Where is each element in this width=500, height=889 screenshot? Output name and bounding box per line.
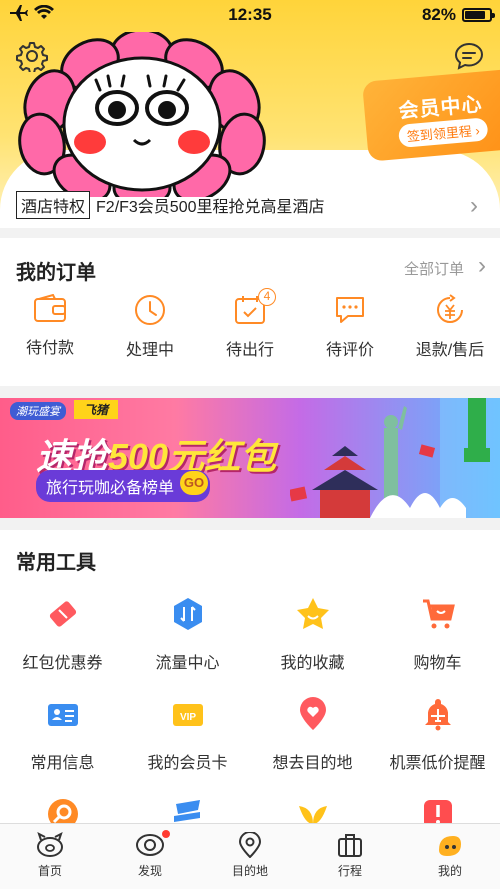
order-label: 处理中 <box>125 342 174 359</box>
tab-itinerary[interactable]: 行程 <box>300 824 400 889</box>
member-center-card[interactable]: 会员中心 签到领里程 › <box>362 68 500 162</box>
order-label: 待出行 <box>225 342 274 359</box>
orders-title: 我的订单 <box>16 262 96 284</box>
clock-icon <box>135 295 165 325</box>
id-card-icon <box>47 704 78 726</box>
banner-tag: 潮玩盛宴 <box>10 402 66 420</box>
tool-label: 我的会员卡 <box>147 755 228 772</box>
location-pin-icon <box>238 832 262 858</box>
notification-dot <box>162 830 170 838</box>
hotel-privilege-row[interactable]: 酒店特权 F2/F3会员500里程抢兑高星酒店 <box>16 191 486 219</box>
banner-go-button[interactable]: GO <box>180 471 208 495</box>
svg-text:VIP: VIP <box>179 712 195 723</box>
travel-landmarks-illustration <box>290 398 500 518</box>
profile-header: 12:35 82% 会员中心 签到领里程 › 酒店特权 F2/F3会员500里程… <box>0 0 500 228</box>
chevron-right-icon[interactable]: › <box>470 194 478 218</box>
all-orders-link[interactable]: 全部订单 <box>404 258 464 279</box>
suitcase-icon <box>338 834 362 857</box>
tab-label: 我的 <box>437 864 462 878</box>
tool-wish-destination[interactable]: 想去目的地 <box>250 690 375 790</box>
battery-level <box>465 11 485 19</box>
home-pig-icon <box>37 832 63 857</box>
order-status-row: 待付款 处理中 4 待出行 待评价 退款/售后 <box>0 288 500 374</box>
banner-brand-tag: 飞猪 <box>74 400 119 419</box>
refund-icon <box>437 294 463 323</box>
tab-label: 行程 <box>337 864 362 878</box>
chevron-right-icon[interactable]: › <box>478 254 486 278</box>
tool-label: 常用信息 <box>30 755 95 772</box>
avatar-flower-icon[interactable] <box>2 32 282 197</box>
tab-mine[interactable]: 我的 <box>400 824 500 889</box>
tool-data-center[interactable]: 流量中心 <box>125 590 250 690</box>
tab-home[interactable]: 首页 <box>0 824 100 889</box>
promo-banner[interactable]: 潮玩盛宴 飞猪 速抢500元红包 旅行玩咖必备榜单 GO <box>0 398 500 518</box>
order-label: 待付款 <box>25 340 74 357</box>
tool-coupons[interactable]: 红包优惠券 <box>0 590 125 690</box>
eye-icon <box>136 834 164 856</box>
common-tools-section: 常用工具 红包优惠券 流量中心 我的收藏 购物车 常用信息 VIP 我的会员卡 … <box>0 530 500 830</box>
flight-alarm-icon <box>424 699 451 731</box>
privilege-text: F2/F3会员500里程抢兑高星酒店 <box>96 199 325 216</box>
tool-label: 红包优惠券 <box>22 655 103 672</box>
tool-flight-alert[interactable]: 机票低价提醒 <box>375 690 500 790</box>
order-to-travel[interactable]: 4 待出行 <box>200 288 300 374</box>
tool-label: 机票低价提醒 <box>389 755 486 772</box>
order-pending-payment[interactable]: 待付款 <box>0 294 100 374</box>
tools-row: 红包优惠券 流量中心 我的收藏 购物车 <box>0 590 500 690</box>
order-processing[interactable]: 处理中 <box>100 294 200 374</box>
heart-pin-icon <box>299 697 326 730</box>
status-right: 82% <box>421 5 495 25</box>
tool-favorites[interactable]: 我的收藏 <box>250 590 375 690</box>
tool-cart[interactable]: 购物车 <box>375 590 500 690</box>
bottom-tab-bar: 首页 发现 目的地 行程 我的 <box>0 823 500 889</box>
order-to-review[interactable]: 待评价 <box>300 294 400 374</box>
vip-card-icon: VIP <box>172 704 203 726</box>
tool-member-card[interactable]: VIP 我的会员卡 <box>125 690 250 790</box>
cart-icon <box>422 599 455 629</box>
status-bar: 12:35 82% <box>0 0 500 28</box>
tab-destination[interactable]: 目的地 <box>200 824 300 889</box>
order-label: 待评价 <box>325 342 374 359</box>
star-icon <box>296 598 329 629</box>
coupon-icon <box>49 601 76 627</box>
tools-grid: 红包优惠券 流量中心 我的收藏 购物车 常用信息 VIP 我的会员卡 想去目的地… <box>0 590 500 830</box>
tools-title: 常用工具 <box>16 552 96 574</box>
my-orders-section: 我的订单 全部订单 › 待付款 处理中 4 待出行 待评价 退款/售后 <box>0 238 500 386</box>
profile-icon <box>439 836 461 856</box>
tool-common-info[interactable]: 常用信息 <box>0 690 125 790</box>
battery-percent: 82% <box>421 5 456 24</box>
comment-icon <box>336 297 364 323</box>
tab-label: 发现 <box>137 864 162 878</box>
wallet-icon <box>34 294 66 322</box>
tab-label: 目的地 <box>231 864 268 878</box>
tool-label: 我的收藏 <box>280 655 345 672</box>
tab-discover[interactable]: 发现 <box>100 824 200 889</box>
tool-label: 想去目的地 <box>272 755 353 772</box>
order-count-badge: 4 <box>258 288 276 306</box>
tool-label: 购物车 <box>413 655 462 672</box>
battery-icon <box>462 8 495 22</box>
tab-label: 首页 <box>37 864 62 878</box>
privilege-tag: 酒店特权 <box>16 191 91 219</box>
tool-label: 流量中心 <box>155 655 220 672</box>
tools-row: 常用信息 VIP 我的会员卡 想去目的地 机票低价提醒 <box>0 690 500 790</box>
order-label: 退款/售后 <box>415 342 485 359</box>
message-icon[interactable] <box>453 40 485 72</box>
order-refund[interactable]: 退款/售后 <box>400 294 500 374</box>
data-traffic-icon <box>173 598 202 630</box>
